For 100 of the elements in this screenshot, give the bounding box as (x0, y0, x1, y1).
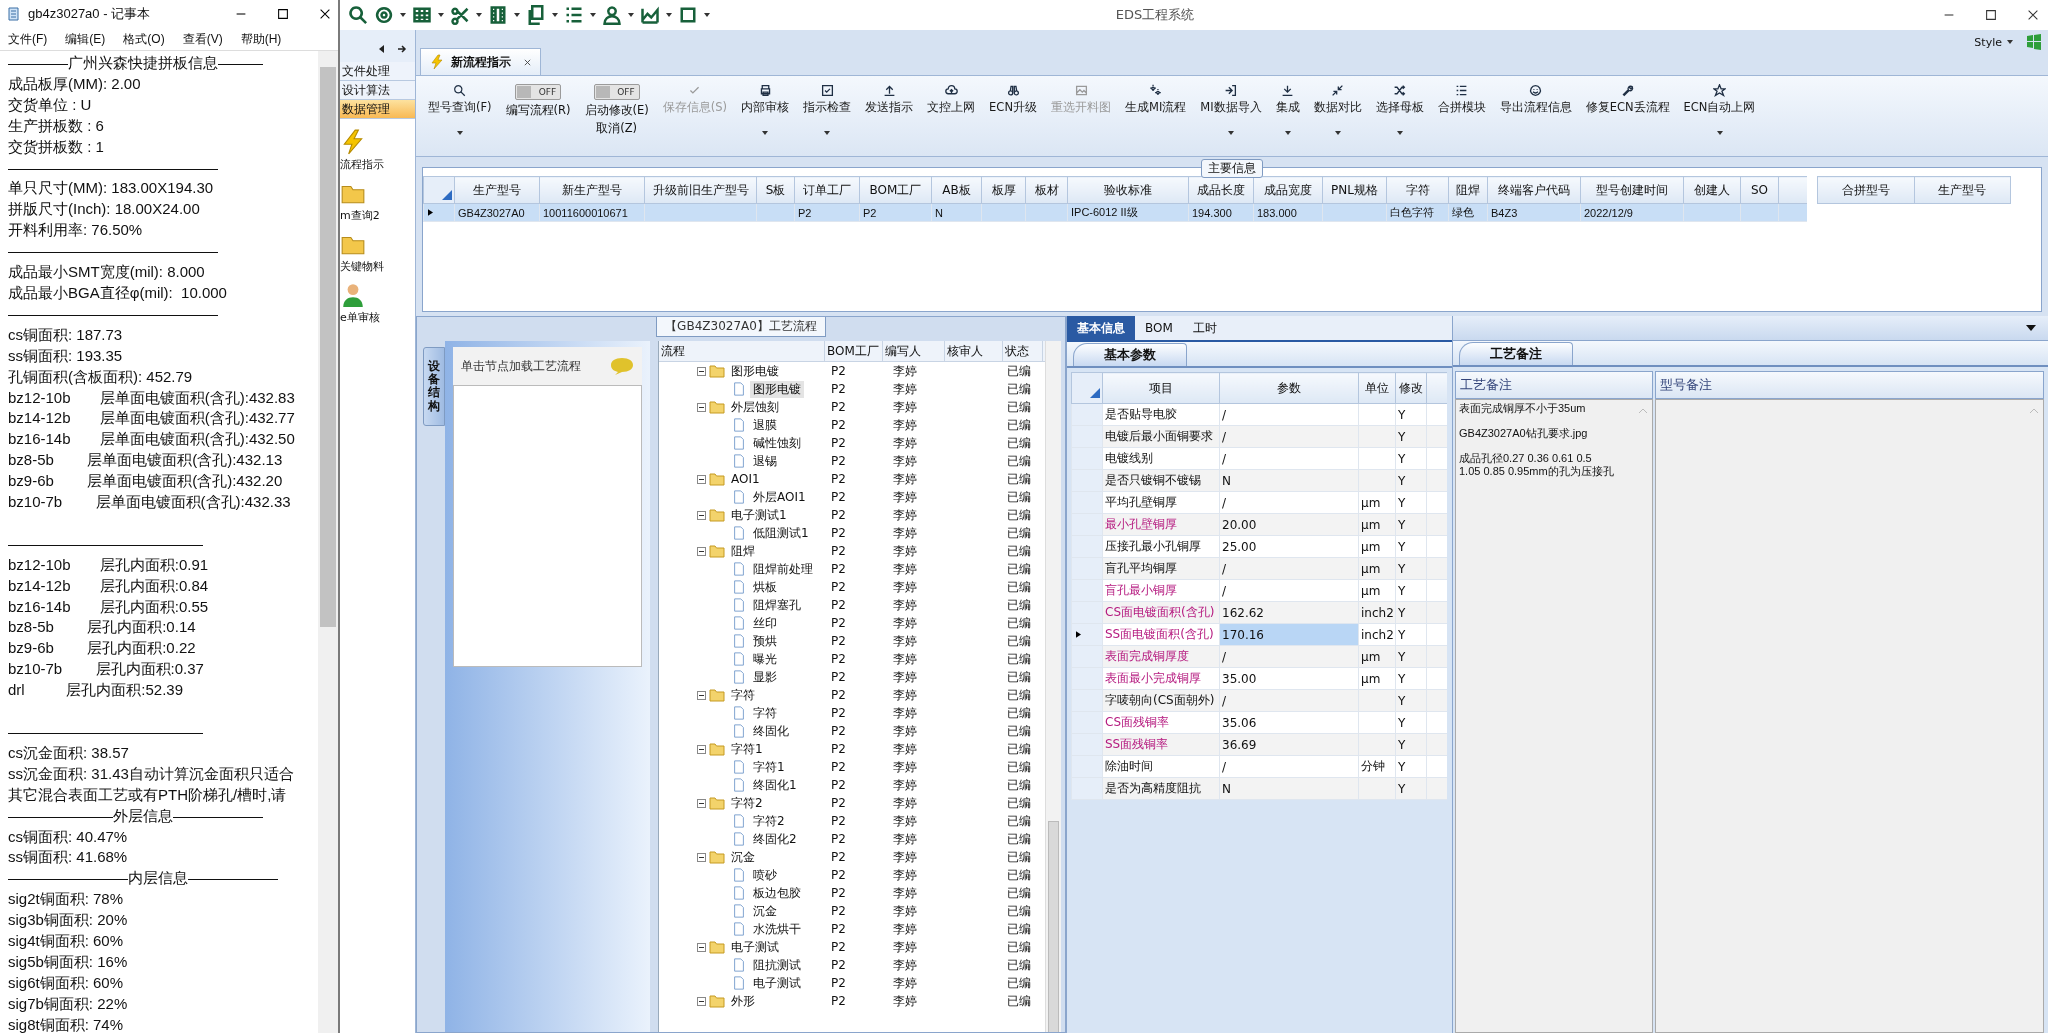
toolbar-button[interactable]: 生成MI流程 (1119, 78, 1193, 121)
caret-icon[interactable] (400, 12, 406, 18)
toolbar-button[interactable]: 型号查询(F) (422, 78, 498, 142)
toolbar-button[interactable]: 文控上网 (921, 78, 982, 121)
nav-menu-item[interactable]: 数据管理 (340, 100, 415, 119)
collapse-icon[interactable] (697, 546, 706, 556)
collapse-icon[interactable] (697, 852, 706, 862)
tree-node[interactable]: 显影 (750, 668, 780, 686)
nav-menu-item[interactable]: 文件处理 (340, 62, 415, 81)
tree-node[interactable]: 阻焊前处理 (750, 560, 816, 578)
collapse-icon[interactable] (697, 366, 706, 376)
tree-node[interactable]: 碱性蚀刻 (750, 434, 804, 452)
column-header[interactable]: 板材 (1025, 176, 1068, 204)
list-icon[interactable] (564, 5, 584, 25)
tree-node[interactable]: 烘板 (750, 578, 780, 596)
caret-icon[interactable] (590, 12, 596, 18)
toolbar-button[interactable]: 内部审核 (735, 78, 796, 142)
tree-node[interactable]: 外层蚀刻 (728, 398, 782, 416)
notes-field[interactable] (1655, 399, 2044, 1033)
column-header[interactable]: 生产型号 (1914, 176, 2011, 204)
tree-node[interactable]: 阻焊 (728, 542, 758, 560)
tree-node[interactable]: 字符1 (728, 740, 766, 758)
tree-node[interactable]: 终固化 (750, 722, 792, 740)
toolbar-button[interactable]: 集成 (1269, 78, 1306, 142)
menu-item[interactable]: 查看(V) (182, 30, 223, 48)
toolbar-button[interactable]: 导出流程信息 (1493, 78, 1578, 121)
tree-node[interactable]: 外层AOI1 (750, 488, 809, 506)
column-header[interactable]: 验收标准 (1067, 176, 1189, 204)
tree-node[interactable]: 字符2 (728, 794, 766, 812)
column-header[interactable]: 成品宽度 (1253, 176, 1323, 204)
tab[interactable]: 基本信息 (1067, 316, 1135, 340)
tab[interactable]: 工时 (1182, 316, 1227, 340)
tree-node[interactable]: 低阻测试1 (750, 524, 812, 542)
tree-node[interactable]: 沉金 (750, 902, 780, 920)
column-header[interactable]: 合拼型号 (1817, 176, 1915, 204)
menu-item[interactable]: 帮助(H) (240, 30, 282, 48)
column-header[interactable]: AB板 (931, 176, 982, 204)
copy-icon[interactable] (526, 5, 546, 25)
search-icon[interactable] (348, 5, 368, 25)
collapse-icon[interactable] (697, 942, 706, 952)
column-header[interactable]: 新生产型号 (539, 176, 645, 204)
collapse-icon[interactable] (697, 996, 706, 1006)
nav-item[interactable]: 流程指示 (340, 157, 384, 172)
caret-icon[interactable] (666, 12, 672, 18)
caret-icon[interactable] (514, 12, 520, 18)
tree-node[interactable]: 板边包胶 (750, 884, 804, 902)
tree-node[interactable]: 沉金 (728, 848, 758, 866)
forward-arrow-icon[interactable] (397, 44, 407, 54)
tree-node[interactable]: 终固化1 (750, 776, 800, 794)
column-header[interactable]: 单位 (1358, 372, 1396, 404)
column-header[interactable]: 项目 (1102, 372, 1220, 404)
collapse-icon[interactable] (697, 402, 706, 412)
menu-item[interactable]: 编辑(E) (65, 30, 106, 48)
column-header[interactable]: 核审人 (945, 341, 1003, 361)
menu-item[interactable]: 文件(F) (8, 30, 48, 48)
cancel-button[interactable]: 取消(Z) (596, 121, 638, 136)
tree-node[interactable]: 退锡 (750, 452, 780, 470)
tree-node[interactable]: 电子测试 (728, 938, 782, 956)
person-icon[interactable] (602, 5, 622, 25)
collapse-icon[interactable] (697, 798, 706, 808)
tree-node[interactable]: 阻抗测试 (750, 956, 804, 974)
toggle-switch[interactable]: OFF (515, 84, 562, 100)
caret-icon[interactable] (628, 12, 634, 18)
back-arrow-icon[interactable] (377, 44, 387, 54)
toolbar-button[interactable]: 合拼模块 (1431, 78, 1492, 121)
toggle-switch[interactable]: OFF (593, 84, 640, 100)
column-header[interactable]: 阻焊 (1448, 176, 1488, 204)
nav-item[interactable]: e单审核 (340, 310, 380, 325)
column-header[interactable]: SO (1740, 176, 1779, 204)
column-header[interactable]: 成品长度 (1188, 176, 1254, 204)
toolbar-button[interactable]: 修复ECN丢流程 (1579, 78, 1676, 121)
person-icon[interactable] (340, 282, 366, 308)
nav-item[interactable]: m查询2 (340, 208, 380, 223)
toolbar-button[interactable]: MI数据导入 (1194, 78, 1268, 142)
tree-node[interactable]: 字符1 (750, 758, 788, 776)
side-tab[interactable]: 设备结构 (423, 347, 445, 426)
tab[interactable]: 工艺备注 (1459, 342, 1573, 365)
square-icon[interactable] (678, 5, 698, 25)
collapse-icon[interactable] (697, 510, 706, 520)
toolbar-button[interactable]: 指示检查 (797, 78, 858, 142)
column-header[interactable]: 型号创建时间 (1580, 176, 1684, 204)
maximize-icon[interactable] (276, 7, 290, 21)
tree-node[interactable]: 丝印 (750, 614, 780, 632)
close-icon[interactable] (318, 7, 332, 21)
toolbar-button[interactable]: ECN升级 (983, 78, 1043, 121)
nav-menu-item[interactable]: 设计算法 (340, 81, 415, 100)
column-header[interactable]: 升级前旧生产型号 (644, 176, 757, 204)
dropdown-icon[interactable] (2026, 325, 2036, 331)
caret-icon[interactable] (552, 12, 558, 18)
tab[interactable]: 基本参数 (1073, 343, 1187, 366)
tree-node[interactable]: 字符2 (750, 812, 788, 830)
tree-node[interactable]: 水洗烘干 (750, 920, 804, 938)
toolbar-button[interactable]: ECN自动上网 (1677, 78, 1762, 142)
tree-node[interactable]: 退膜 (750, 416, 780, 434)
column-header[interactable]: 修改 (1395, 372, 1427, 404)
close-icon[interactable] (523, 57, 532, 67)
collapse-icon[interactable] (697, 690, 706, 700)
collapse-icon[interactable] (697, 744, 706, 754)
toolbar-button[interactable]: 选择母板 (1369, 78, 1430, 142)
toolbar-button[interactable]: 数据对比 (1307, 78, 1368, 142)
